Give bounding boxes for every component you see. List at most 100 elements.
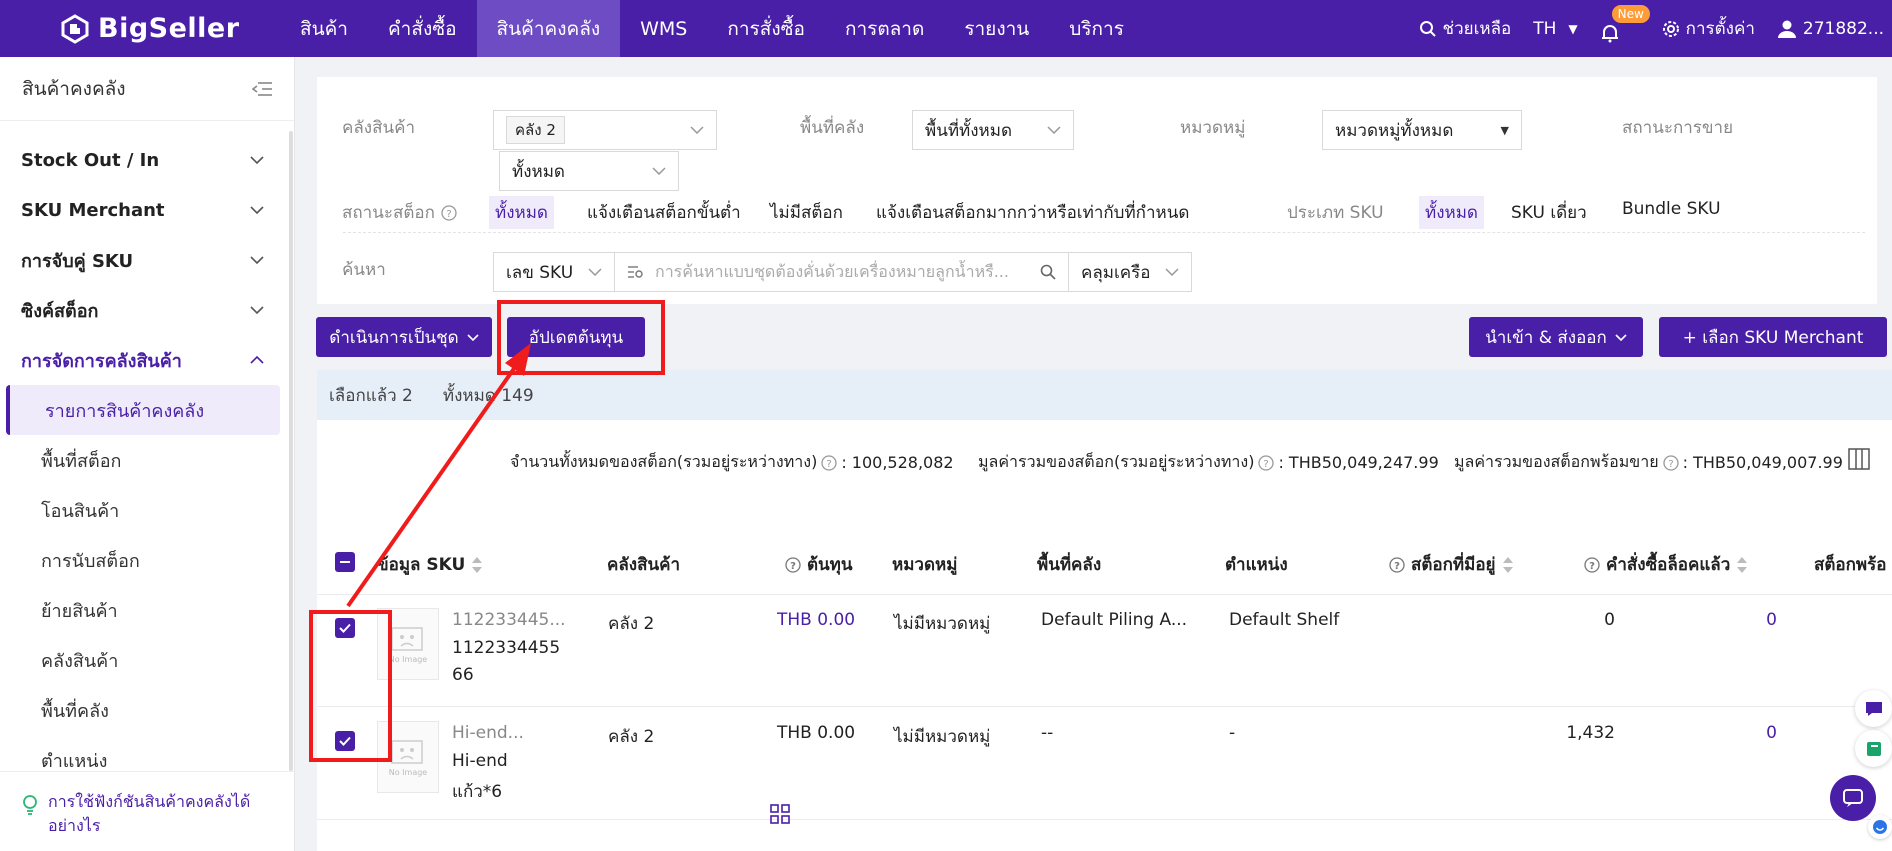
svg-text:?: ? — [446, 209, 451, 220]
nav-inventory[interactable]: สินค้าคงคลัง — [476, 0, 621, 57]
header-label: สต็อกที่มีอยู่ — [1411, 555, 1496, 575]
sidebar-group-sku-matching[interactable]: การจับคู่ SKU — [0, 235, 294, 285]
help-label: ช่วยเหลือ — [1442, 19, 1512, 39]
warehouse-all-select[interactable]: ทั้งหมด — [499, 151, 679, 191]
total-stock-value-value: : THB50,049,247.99 — [1278, 453, 1439, 472]
sku-name-line2: แก้ว*6 — [452, 782, 503, 802]
sidebar-group-stock-out-in[interactable]: Stock Out / In — [0, 135, 294, 185]
sellable-stock-value-label: มูลค่ารวมของสต็อกพร้อมขาย — [1454, 452, 1659, 471]
settings-link[interactable]: การตั้งค่า — [1662, 15, 1755, 42]
user-menu[interactable]: 271882... — [1777, 19, 1884, 39]
help-link[interactable]: ช่วยเหลือ — [1419, 15, 1512, 42]
stock-option-all[interactable]: ทั้งหมด — [489, 196, 554, 229]
sku-type-single[interactable]: SKU เดี่ยว — [1505, 196, 1593, 229]
nav-reports[interactable]: รายงาน — [944, 0, 1049, 57]
sidebar-item-stock-area[interactable]: พื้นที่สต็อก — [0, 435, 294, 485]
nav-wms[interactable]: WMS — [620, 0, 707, 57]
area-select[interactable]: พื้นที่ทั้งหมด — [912, 110, 1074, 150]
chat-support-button[interactable] — [1830, 775, 1876, 821]
nav-orders[interactable]: คำสั่งซื้อ — [368, 0, 477, 57]
stock-option-min-alert[interactable]: แจ้งเตือนสต็อกขั้นต่ำ — [581, 196, 747, 229]
sidebar-group-label: ซิงค์สต็อก — [21, 300, 99, 322]
bulk-action-button[interactable]: ดำเนินการเป็นชุด — [316, 317, 492, 357]
sidebar-header: สินค้าคงคลัง — [0, 57, 294, 121]
sidebar-item-warehouses[interactable]: คลังสินค้า — [0, 635, 294, 685]
sort-icon[interactable] — [471, 556, 483, 574]
logo[interactable]: BigSeller — [0, 13, 280, 44]
cell-category: ไม่มีหมวดหมู่ — [894, 727, 991, 747]
collapse-menu-icon[interactable] — [252, 81, 272, 97]
stock-option-over-alert[interactable]: แจ้งเตือนสต็อกมากกว่าหรือเท่ากับที่กำหนด — [870, 196, 1195, 229]
sort-icon[interactable] — [1736, 556, 1748, 574]
sidebar-item-move-products[interactable]: ย้ายสินค้า — [0, 585, 294, 635]
import-export-button[interactable]: นำเข้า & ส่งออก — [1469, 317, 1643, 357]
sidebar-group-label: การจับคู่ SKU — [21, 250, 134, 272]
sidebar-item-warehouse-area[interactable]: พื้นที่คลัง — [0, 685, 294, 735]
warehouse-tag[interactable]: คลัง 2 — [506, 116, 565, 144]
feedback-button[interactable] — [1855, 690, 1892, 727]
sidebar-group-warehouse-management[interactable]: การจัดการคลังสินค้า — [0, 335, 294, 385]
cell-locked[interactable]: 0 — [1717, 723, 1777, 743]
notification-button[interactable]: New — [1600, 0, 1650, 57]
sidebar-group-sku-merchant[interactable]: SKU Merchant — [0, 185, 294, 235]
search-field-select[interactable]: เลข SKU — [493, 252, 615, 292]
sku-type-all[interactable]: ทั้งหมด — [1419, 196, 1484, 229]
sidebar-group-stock-sync[interactable]: ซิงค์สต็อก — [0, 285, 294, 335]
select-sku-merchant-button[interactable]: + เลือก SKU Merchant — [1659, 317, 1887, 357]
nav-services[interactable]: บริการ — [1049, 0, 1144, 57]
warehouse-select[interactable]: คลัง 2 — [493, 110, 717, 150]
batch-search-icon[interactable] — [627, 265, 645, 279]
nav-products[interactable]: สินค้า — [280, 0, 368, 57]
bell-icon — [1601, 24, 1618, 42]
header-available-stock[interactable]: ? สต็อกที่มีอยู่ — [1389, 551, 1514, 578]
area-filter-label: พื้นที่คลัง — [800, 118, 865, 138]
question-icon[interactable]: ? — [1258, 454, 1275, 471]
sku-type-bundle[interactable]: Bundle SKU — [1616, 196, 1727, 222]
sidebar-help-link[interactable]: การใช้ฟังก์ชันสินค้าคงคลังได้อย่างไร — [0, 771, 294, 851]
new-badge: New — [1611, 5, 1650, 23]
sku-short[interactable]: 112233445... — [452, 610, 566, 630]
column-settings-icon[interactable] — [1848, 448, 1870, 470]
sidebar-group-label: Stock Out / In — [21, 149, 160, 171]
svg-text:?: ? — [1589, 561, 1595, 572]
search-input[interactable]: การค้นหาแบบชุดต้องคั่นด้วยเครื่องหมายลูก… — [614, 252, 1069, 292]
smile-widget[interactable] — [1868, 815, 1892, 839]
main-nav: สินค้า คำสั่งซื้อ สินค้าคงคลัง WMS การสั… — [280, 0, 1144, 57]
question-icon[interactable]: ? — [1389, 556, 1405, 573]
question-icon[interactable]: ? — [821, 454, 837, 471]
cell-locked[interactable]: 0 — [1717, 610, 1777, 630]
no-image-icon — [391, 739, 423, 764]
caret-down-icon: ▼ — [1500, 123, 1509, 137]
sidebar-item-stock-count[interactable]: การนับสต็อก — [0, 535, 294, 585]
question-icon[interactable]: ? — [1662, 454, 1679, 471]
sellable-stock-value-value: : THB50,049,007.99 — [1682, 453, 1843, 472]
chevron-down-icon — [690, 126, 704, 134]
select-all-checkbox[interactable] — [335, 552, 355, 572]
question-icon[interactable]: ? — [785, 556, 801, 573]
stock-option-out-of-stock[interactable]: ไม่มีสต็อก — [764, 196, 849, 229]
sidebar-item-inventory-list[interactable]: รายการสินค้าคงคลัง — [6, 385, 280, 435]
bundle-grid-icon[interactable] — [770, 804, 790, 824]
sidebar-scrollbar[interactable] — [289, 131, 293, 771]
guide-button[interactable] — [1855, 730, 1892, 767]
smile-icon — [1873, 820, 1887, 834]
match-mode-select[interactable]: คลุมเครือ — [1068, 252, 1192, 292]
svg-text:?: ? — [790, 561, 796, 572]
nav-purchase[interactable]: การสั่งซื้อ — [707, 0, 825, 57]
sidebar-item-transfer[interactable]: โอนสินค้า — [0, 485, 294, 535]
cell-cost[interactable]: THB 0.00 — [777, 610, 855, 630]
question-icon[interactable]: ? — [441, 204, 457, 221]
sku-short[interactable]: Hi-end... — [452, 723, 524, 743]
sku-type-label: ประเภท SKU — [1287, 203, 1384, 223]
header-sku-info[interactable]: ข้อมูล SKU — [377, 551, 483, 578]
category-select[interactable]: หมวดหมู่ทั้งหมด ▼ — [1322, 110, 1522, 150]
chat-icon — [1843, 789, 1863, 807]
header-locked-orders[interactable]: ? คำสั่งซื้อล็อคแล้ว — [1584, 551, 1748, 578]
header-warehouse: คลังสินค้า — [607, 551, 680, 578]
sort-icon[interactable] — [1502, 556, 1514, 574]
nav-marketing[interactable]: การตลาด — [825, 0, 944, 57]
search-icon[interactable] — [1040, 264, 1056, 280]
help-text: การใช้ฟังก์ชันสินค้าคงคลังได้อย่างไร — [48, 792, 251, 835]
language-select[interactable]: TH ▼ — [1533, 19, 1577, 39]
question-icon[interactable]: ? — [1584, 556, 1600, 573]
